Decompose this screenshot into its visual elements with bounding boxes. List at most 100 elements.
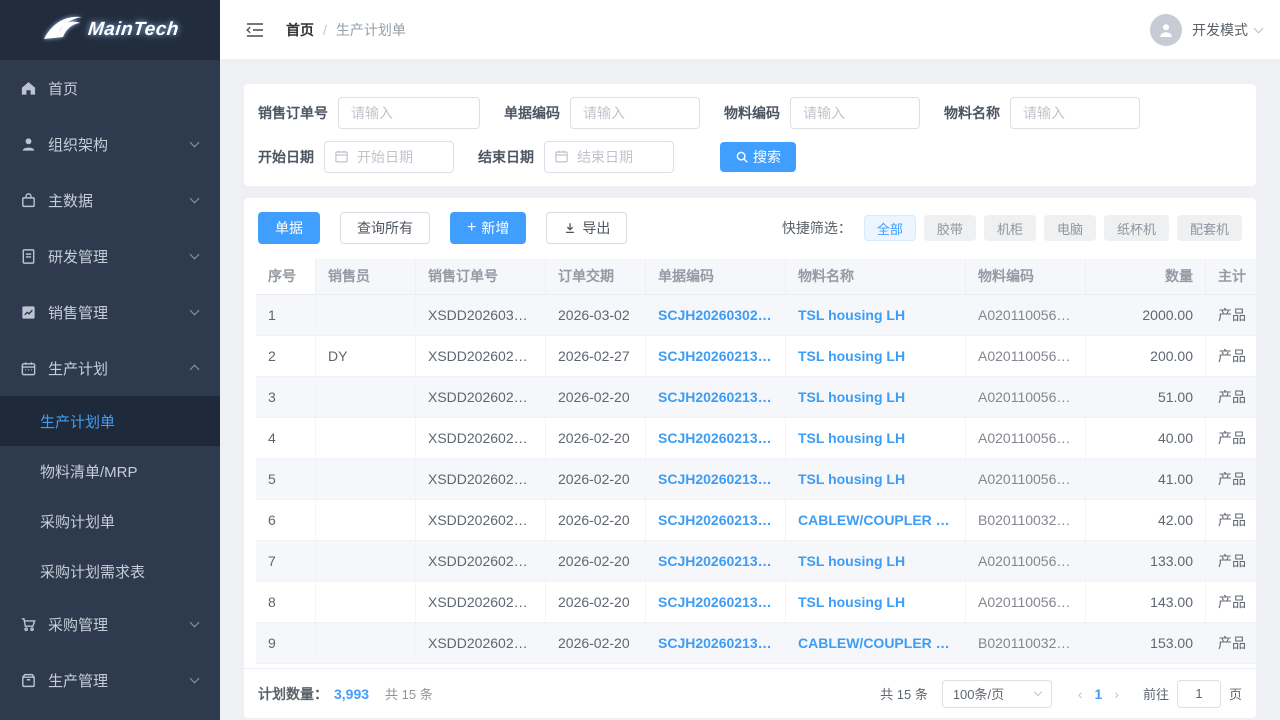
doc-code-link[interactable]: SCJH20260213002 [646, 582, 786, 623]
quick-filters: 快捷筛选： 全部 胶带 机柜 电脑 纸杯机 配套机 [782, 215, 1242, 241]
cell-seq: 2 [256, 336, 316, 377]
quick-filter-chip[interactable]: 胶带 [924, 215, 976, 241]
cell-qty: 2000.00 [1086, 295, 1206, 336]
material-code-input[interactable] [790, 97, 920, 129]
doc-code-input[interactable] [570, 97, 700, 129]
quick-filter-chip[interactable]: 配套机 [1177, 215, 1242, 241]
sidebar-fold-icon[interactable] [244, 19, 266, 41]
material-name-link[interactable]: TSL housing LH [786, 541, 966, 582]
doc-code-link[interactable]: SCJH20260213004 [646, 377, 786, 418]
search-button[interactable]: 搜索 [720, 142, 796, 172]
cell-sales-order: XSDD202602… [416, 623, 546, 664]
doc-code-link[interactable]: SCJH20260213003 [646, 459, 786, 500]
chevron-down-icon [190, 194, 200, 204]
material-name-link[interactable]: TSL housing LH [786, 459, 966, 500]
sidebar-item-manufacturing[interactable]: 生产管理 [0, 652, 220, 708]
sidebar-item-production-plan-order[interactable]: 生产计划单 [0, 396, 220, 446]
sidebar-item-sales[interactable]: 销售管理 [0, 284, 220, 340]
doc-code-link[interactable]: SCJH20260213002 [646, 541, 786, 582]
query-all-button[interactable]: 查询所有 [340, 212, 430, 244]
cell-sales-order: XSDD202602… [416, 500, 546, 541]
export-button[interactable]: 导出 [546, 212, 627, 244]
doc-code-link[interactable]: SCJH20260213002 [646, 623, 786, 664]
col-header-plan-type: 主计 [1206, 259, 1256, 295]
sidebar-item-rd[interactable]: 研发管理 [0, 228, 220, 284]
cell-material-code: A020110056… [966, 377, 1086, 418]
table-row[interactable]: 8 XSDD202602… 2026-02-20 SCJH20260213002… [256, 582, 1256, 623]
cell-plan-type: 产品 [1206, 459, 1256, 500]
material-name-link[interactable]: CABLEW/COUPLER 6 HE [786, 500, 966, 541]
document-button[interactable]: 单据 [258, 212, 320, 244]
user-menu[interactable]: 开发模式 [1150, 14, 1262, 46]
cell-material-code: A020110056… [966, 295, 1086, 336]
cell-qty: 133.00 [1086, 541, 1206, 582]
table-row[interactable]: 4 XSDD202602… 2026-02-20 SCJH20260213003… [256, 418, 1256, 459]
quick-filter-chip[interactable]: 机柜 [984, 215, 1036, 241]
doc-code-link[interactable]: SCJH20260213005 [646, 336, 786, 377]
add-button[interactable]: + 新增 [450, 212, 526, 244]
sidebar-item-purchase-plan-demand[interactable]: 采购计划需求表 [0, 546, 220, 596]
sidebar-item-org[interactable]: 组织架构 [0, 116, 220, 172]
doc-code-link[interactable]: SCJH20260302001 [646, 295, 786, 336]
quick-filter-chip[interactable]: 全部 [864, 215, 916, 241]
doc-code-link[interactable]: SCJH20260213003 [646, 500, 786, 541]
page-size-select[interactable]: 100条/页 [942, 680, 1052, 708]
material-name-link[interactable]: TSL housing LH [786, 336, 966, 377]
doc-code-link[interactable]: SCJH20260213003 [646, 418, 786, 459]
sidebar-item-home[interactable]: 首页 [0, 60, 220, 116]
plan-qty-label: 计划数量： [258, 684, 328, 704]
table-row[interactable]: 3 XSDD202602… 2026-02-20 SCJH20260213004… [256, 377, 1256, 418]
material-name-input[interactable] [1010, 97, 1140, 129]
material-name-link[interactable]: TSL housing LH [786, 295, 966, 336]
quick-filter-label: 快捷筛选： [782, 218, 852, 238]
table-row[interactable]: 7 XSDD202602… 2026-02-20 SCJH20260213002… [256, 541, 1256, 582]
material-name-link[interactable]: CABLEW/COUPLER 6 HE [786, 623, 966, 664]
start-date-input[interactable] [324, 141, 454, 173]
cell-seq: 3 [256, 377, 316, 418]
chevron-down-icon [190, 618, 200, 628]
sidebar-item-purchasing[interactable]: 采购管理 [0, 596, 220, 652]
cell-plan-type: 产品 [1206, 418, 1256, 459]
sidebar-item-bom-mrp[interactable]: 物料清单/MRP [0, 446, 220, 496]
plan-qty-value: 3,993 [334, 686, 369, 702]
cell-seller [316, 459, 416, 500]
table-row[interactable]: 6 XSDD202602… 2026-02-20 SCJH20260213003… [256, 500, 1256, 541]
cell-plan-type: 产品 [1206, 623, 1256, 664]
quick-filter-chip[interactable]: 纸杯机 [1104, 215, 1169, 241]
breadcrumb-home[interactable]: 首页 [286, 20, 314, 40]
cell-qty: 143.00 [1086, 582, 1206, 623]
cell-seq: 5 [256, 459, 316, 500]
cell-material-code: B020110032… [966, 500, 1086, 541]
cell-material-code: A020110056… [966, 418, 1086, 459]
cell-plan-type: 产品 [1206, 541, 1256, 582]
sidebar-item-production-plan[interactable]: 生产计划 [0, 340, 220, 396]
cell-material-code: B020110032… [966, 623, 1086, 664]
table-row[interactable]: 5 XSDD202602… 2026-02-20 SCJH20260213003… [256, 459, 1256, 500]
filter-sales-order: 销售订单号 [258, 97, 480, 129]
col-header-sales-order: 销售订单号 [416, 259, 546, 295]
brand-swoosh-icon [42, 13, 86, 47]
cell-plan-type: 产品 [1206, 336, 1256, 377]
material-name-link[interactable]: TSL housing LH [786, 377, 966, 418]
filter-material-name: 物料名称 [944, 97, 1140, 129]
goto-page-input[interactable] [1177, 680, 1221, 708]
search-icon [735, 150, 749, 164]
material-name-link[interactable]: TSL housing LH [786, 418, 966, 459]
next-page-button[interactable]: › [1108, 686, 1125, 702]
total-count-left: 共 15 条 [385, 684, 433, 703]
table-row[interactable]: 1 XSDD202603… 2026-03-02 SCJH20260302001… [256, 295, 1256, 336]
end-date-input[interactable] [544, 141, 674, 173]
table-row[interactable]: 2 DY XSDD202602… 2026-02-27 SCJH20260213… [256, 336, 1256, 377]
col-header-material-code: 物料编码 [966, 259, 1086, 295]
material-name-link[interactable]: TSL housing LH [786, 582, 966, 623]
prev-page-button[interactable]: ‹ [1072, 686, 1089, 702]
sidebar-item-purchase-plan-order[interactable]: 采购计划单 [0, 496, 220, 546]
table-row[interactable]: 9 XSDD202602… 2026-02-20 SCJH20260213002… [256, 623, 1256, 664]
sidebar-item-master-data[interactable]: 主数据 [0, 172, 220, 228]
current-page[interactable]: 1 [1089, 686, 1109, 702]
cell-material-code: A020110056… [966, 459, 1086, 500]
document-icon [20, 248, 37, 265]
sales-order-input[interactable] [338, 97, 480, 129]
quick-filter-chip[interactable]: 电脑 [1044, 215, 1096, 241]
user-mode-label: 开发模式 [1192, 20, 1248, 40]
